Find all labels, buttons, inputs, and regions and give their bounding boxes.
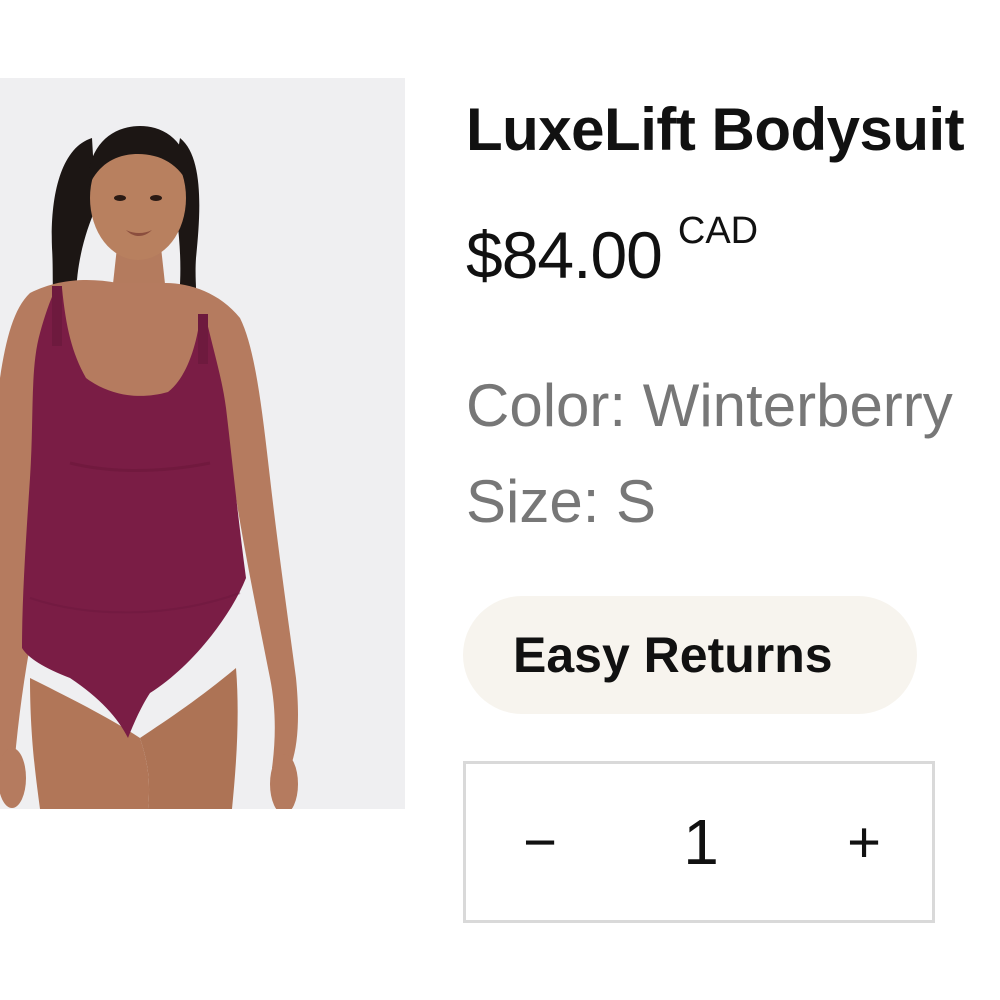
quantity-stepper: − 1 + bbox=[463, 761, 935, 923]
product-title: LuxeLift Bodysuit bbox=[466, 96, 965, 163]
model-illustration bbox=[0, 78, 405, 809]
product-image[interactable] bbox=[0, 78, 405, 809]
product-detail-page: LuxeLift Bodysuit $84.00 CAD Color: Winte… bbox=[0, 0, 1000, 1000]
selected-size: Size: S bbox=[466, 468, 657, 535]
currency-code: CAD bbox=[677, 210, 759, 252]
easy-returns-badge: Easy Returns bbox=[463, 596, 917, 714]
increment-button[interactable]: + bbox=[804, 764, 924, 920]
selected-color: Color: Winterberry bbox=[466, 372, 953, 439]
price-row: $84.00 CAD bbox=[466, 212, 758, 288]
easy-returns-label: Easy Returns bbox=[513, 627, 833, 683]
quantity-value[interactable]: 1 bbox=[626, 764, 776, 920]
product-price: $84.00 bbox=[466, 218, 663, 292]
decrement-button[interactable]: − bbox=[480, 764, 600, 920]
